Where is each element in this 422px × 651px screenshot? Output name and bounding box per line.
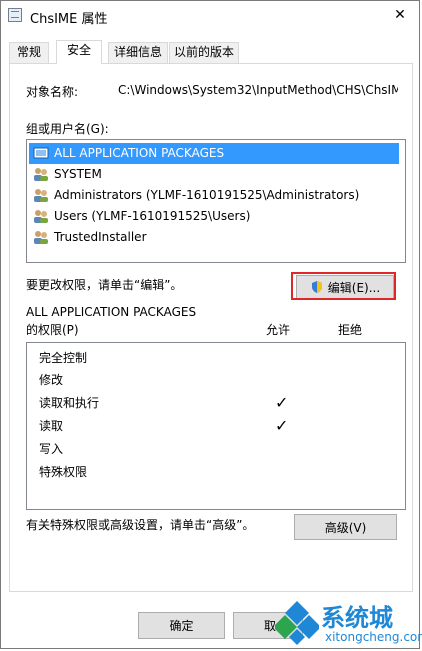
watermark-logo-icon [275, 601, 319, 645]
properties-dialog: ChsIME 属性 ✕ 常规 安全 详细信息 以前的版本 对象名称: C:\Wi… [0, 0, 422, 650]
permission-name: 完全控制 [39, 351, 88, 365]
app-packages-icon [33, 147, 49, 159]
permission-row: 读取 ✓ [39, 415, 391, 437]
tab-label: 常规 [16, 45, 41, 59]
permission-row: 读取和执行 ✓ [39, 392, 391, 414]
permissions-label: 的权限(P) [26, 323, 79, 337]
users-icon [34, 210, 48, 223]
allow-check: ✓ [275, 416, 289, 435]
object-name-value: C:\Windows\System32\InputMethod\CHS\ChsI… [118, 83, 398, 97]
deny-column-header: 拒绝 [338, 323, 363, 337]
watermark-brand: 系统城 [321, 604, 393, 632]
ok-button[interactable]: 确定 [138, 612, 225, 639]
list-item[interactable]: TrustedInstaller [29, 227, 399, 248]
permission-name: 修改 [39, 373, 64, 387]
permission-row: 完全控制 [39, 347, 391, 369]
permission-name: 读取 [39, 419, 64, 433]
tab-label: 详细信息 [113, 45, 162, 59]
list-item-label: TrustedInstaller [54, 230, 147, 244]
tab-previous-versions[interactable]: 以前的版本 [169, 42, 239, 63]
permission-row: 写入 [39, 438, 391, 460]
list-item[interactable]: ALL APPLICATION PACKAGES [29, 143, 399, 164]
tab-general[interactable]: 常规 [9, 42, 49, 63]
permission-row: 修改 [39, 369, 391, 391]
advanced-hint: 有关特殊权限或高级设置，请单击“高级”。 [26, 518, 255, 532]
tab-label: 以前的版本 [173, 45, 234, 59]
group-user-list[interactable]: ALL APPLICATION PACKAGES SYSTEM Administ… [26, 139, 406, 263]
ok-button-label: 确定 [169, 619, 194, 633]
edit-button-highlight [291, 272, 396, 300]
object-name-label: 对象名称: [26, 85, 79, 99]
edit-hint: 要更改权限，请单击“编辑”。 [26, 278, 183, 292]
list-item-label: Users (YLMF-1610191525\Users) [54, 209, 251, 223]
watermark-url: xitongcheng.com [325, 630, 422, 644]
permissions-for-label: ALL APPLICATION PACKAGES [26, 305, 197, 319]
window-title: ChsIME 属性 [30, 12, 108, 27]
tab-details[interactable]: 详细信息 [108, 42, 168, 63]
users-icon [34, 189, 48, 202]
list-item[interactable]: Users (YLMF-1610191525\Users) [29, 206, 399, 227]
object-path: C:\Windows\System32\InputMethod\CHS\ChsI… [118, 83, 398, 97]
allow-check: ✓ [275, 393, 289, 412]
permission-name: 特殊权限 [39, 465, 88, 479]
tab-label: 安全 [66, 43, 91, 57]
allow-column-header: 允许 [266, 323, 291, 337]
title-bar: ChsIME 属性 ✕ [1, 1, 419, 31]
permission-name: 写入 [39, 442, 64, 456]
advanced-button[interactable]: 高级(V) [294, 514, 397, 540]
close-button[interactable]: ✕ [385, 1, 415, 29]
permission-row: 特殊权限 [39, 461, 391, 483]
tab-security[interactable]: 安全 [56, 40, 102, 64]
list-item-label: Administrators (YLMF-1610191525\Administ… [54, 188, 360, 202]
users-icon [34, 231, 48, 244]
site-watermark: 系统城 xitongcheng.com [275, 595, 422, 650]
groups-label: 组或用户名(G): [26, 122, 109, 136]
window-icon [8, 8, 22, 22]
permissions-list[interactable]: 完全控制 修改 读取和执行 ✓ 读取 ✓ 写入 特殊权限 [26, 342, 406, 510]
list-item[interactable]: SYSTEM [29, 164, 399, 185]
list-item-label: SYSTEM [54, 167, 102, 181]
list-item[interactable]: Administrators (YLMF-1610191525\Administ… [29, 185, 399, 206]
security-panel: 对象名称: C:\Windows\System32\InputMethod\CH… [9, 63, 413, 592]
permission-name: 读取和执行 [39, 396, 100, 410]
list-item-label: ALL APPLICATION PACKAGES [54, 146, 225, 160]
advanced-button-label: 高级(V) [324, 520, 367, 535]
close-icon: ✕ [394, 7, 406, 23]
users-icon [34, 168, 48, 181]
